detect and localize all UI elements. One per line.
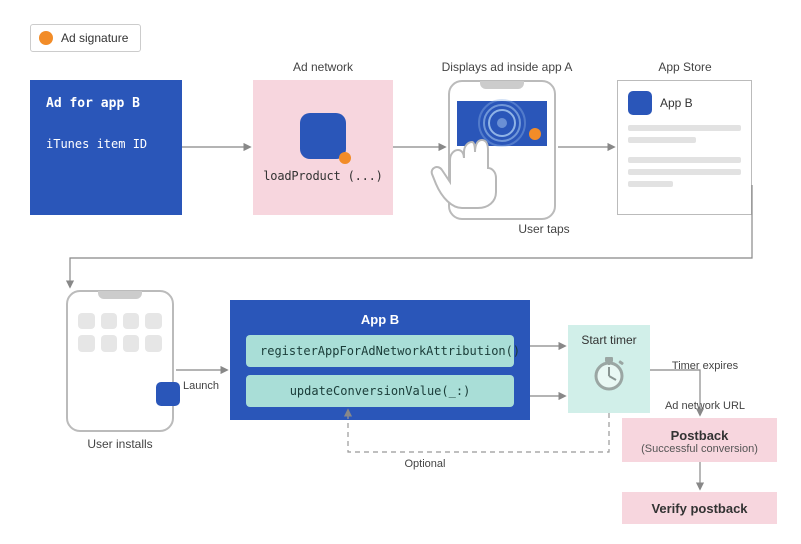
ad-for-app-b-block: Ad for app B iTunes item ID — [30, 80, 182, 215]
app-store-app-label: App B — [660, 96, 693, 110]
phone-notch-icon — [480, 81, 524, 89]
load-product-code: loadProduct (...) — [263, 169, 382, 183]
ad-network-url-heading: Ad network URL — [630, 400, 780, 412]
update-conversion-pill: updateConversionValue(_:) — [246, 375, 514, 407]
stopwatch-icon — [589, 353, 629, 393]
ad-signature-dot-icon — [39, 31, 53, 45]
app-b-tile-icon — [628, 91, 652, 115]
app-tile-icon — [300, 113, 346, 159]
start-timer-label: Start timer — [581, 333, 636, 347]
user-taps-label: User taps — [504, 222, 584, 236]
verify-postback-title: Verify postback — [651, 501, 747, 516]
app-store-box: App B — [617, 80, 752, 215]
phone-install — [66, 290, 174, 432]
ad-network-box: loadProduct (...) — [253, 80, 393, 215]
phone-app-a — [448, 80, 556, 220]
ad-signature-dot-icon — [339, 152, 351, 164]
verify-postback-box: Verify postback — [622, 492, 777, 524]
user-installs-label: User installs — [56, 437, 184, 451]
legend-label: Ad signature — [61, 31, 128, 45]
app-b-box: App B registerAppForAdNetworkAttribution… — [230, 300, 530, 420]
tap-ripple-icon — [488, 109, 516, 137]
postback-box: Postback (Successful conversion) — [622, 418, 777, 462]
ad-network-heading: Ad network — [253, 60, 393, 74]
phone-notch-icon — [98, 291, 142, 299]
ad-block-subtitle: iTunes item ID — [46, 137, 166, 151]
app-b-title: App B — [246, 312, 514, 327]
ad-signature-dot-icon — [529, 128, 541, 140]
app-store-heading: App Store — [610, 60, 760, 74]
home-screen-grid — [78, 313, 161, 352]
legend-ad-signature: Ad signature — [30, 24, 141, 52]
ad-block-title: Ad for app B — [46, 96, 166, 111]
timer-expires-label: Timer expires — [660, 360, 750, 372]
postback-subtitle: (Successful conversion) — [634, 443, 765, 455]
postback-title: Postback — [634, 428, 765, 443]
launch-label: Launch — [175, 380, 227, 392]
in-app-ad-banner — [457, 101, 546, 146]
optional-label: Optional — [390, 458, 460, 470]
display-ad-heading: Displays ad inside app A — [432, 60, 582, 74]
register-attribution-pill: registerAppForAdNetworkAttribution() — [246, 335, 514, 367]
